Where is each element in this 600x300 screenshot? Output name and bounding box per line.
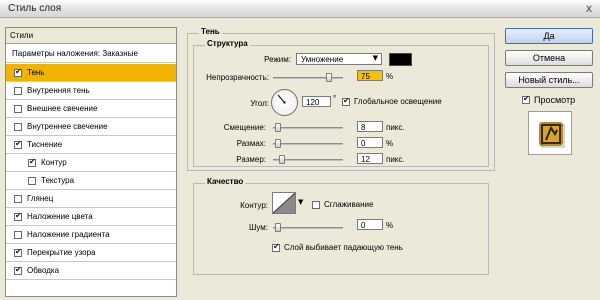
new-style-button[interactable]: Новый стиль...	[505, 72, 593, 88]
antialias-checkbox[interactable]	[312, 201, 320, 209]
shadow-color-swatch[interactable]	[389, 53, 412, 66]
blend-mode-label: Режим:	[264, 55, 291, 64]
angle-label: Угол:	[250, 99, 269, 108]
size-field[interactable]: 12	[357, 153, 383, 164]
spread-slider[interactable]	[273, 139, 343, 148]
chevron-down-icon[interactable]: ▼	[298, 198, 303, 206]
style-item-satin[interactable]: Глянец	[6, 190, 176, 208]
angle-unit: °	[333, 94, 337, 103]
size-slider[interactable]	[273, 155, 343, 164]
shadow-section-title: Тень	[199, 27, 222, 36]
opacity-unit: %	[386, 72, 394, 81]
size-unit: пикс.	[386, 155, 405, 164]
style-item-bevel-emboss[interactable]: Тиснение	[6, 136, 176, 154]
knockout-label: Слой выбивает падающую тень	[284, 243, 403, 252]
angle-needle-icon	[277, 94, 286, 104]
blend-mode-value: Умножение	[301, 55, 344, 64]
style-item-label: Тиснение	[27, 140, 63, 149]
distance-label: Смещение:	[223, 123, 266, 132]
style-item-label: Наложение градиента	[27, 230, 110, 239]
style-preview	[528, 111, 572, 155]
style-item-outer-glow[interactable]: Внешнее свечение	[6, 100, 176, 118]
style-item-pattern-overlay[interactable]: Перекрытие узора	[6, 244, 176, 262]
style-item-inner-glow[interactable]: Внутреннее свечение	[6, 118, 176, 136]
style-item-contour[interactable]: Контур	[6, 154, 176, 172]
blend-mode-select[interactable]: Умножение ▼	[296, 53, 382, 65]
angle-field[interactable]: 120	[302, 96, 331, 107]
style-item-label: Тень	[27, 68, 45, 77]
opacity-field[interactable]: 75	[357, 70, 383, 81]
style-item-label: Внешнее свечение	[27, 104, 98, 113]
angle-dial[interactable]	[271, 89, 298, 116]
contour-label: Контур:	[240, 201, 268, 210]
style-item-color-overlay[interactable]: Наложение цвета	[6, 208, 176, 226]
checkbox[interactable]	[14, 265, 22, 275]
checkbox[interactable]	[14, 194, 22, 203]
noise-field[interactable]: 0	[357, 219, 383, 230]
distance-field[interactable]: 8	[357, 121, 383, 132]
checkbox[interactable]	[14, 86, 22, 95]
distance-unit: пикс.	[386, 123, 405, 132]
style-item-stroke[interactable]: Обводка	[6, 262, 176, 280]
noise-unit: %	[386, 221, 394, 230]
checkbox[interactable]	[14, 67, 22, 77]
checkbox[interactable]	[14, 230, 22, 239]
spread-unit: %	[386, 139, 394, 148]
style-item-label: Внутреннее свечение	[27, 122, 108, 131]
title-bar: Стиль слоя x	[0, 0, 600, 18]
styles-header: Стили	[6, 28, 176, 44]
style-item-texture[interactable]: Текстура	[6, 172, 176, 190]
opacity-slider-thumb[interactable]	[326, 73, 332, 82]
style-item-label: Обводка	[27, 266, 60, 275]
contour-curve-icon	[272, 192, 296, 214]
style-item-label: Текстура	[41, 176, 75, 185]
checkbox[interactable]	[28, 176, 36, 185]
style-item-label: Глянец	[27, 194, 54, 203]
cancel-button[interactable]: Отмена	[505, 50, 593, 66]
style-item-inner-shadow[interactable]: Внутренняя тень	[6, 82, 176, 100]
opacity-slider[interactable]	[273, 73, 343, 82]
ok-button[interactable]: Да	[505, 28, 593, 44]
distance-slider-thumb[interactable]	[275, 123, 281, 132]
antialias-label: Сглаживание	[324, 200, 374, 209]
opacity-label: Непрозрачность:	[206, 73, 269, 82]
structure-title: Структура	[205, 39, 250, 48]
noise-slider[interactable]	[273, 223, 343, 232]
style-item-label: Внутренняя тень	[27, 86, 90, 95]
style-item-label: Контур	[41, 158, 67, 167]
chevron-down-icon: ▼	[372, 54, 378, 62]
style-item-drop-shadow[interactable]: Тень	[6, 64, 176, 82]
checkbox[interactable]	[14, 211, 22, 221]
global-light-label: Глобальное освещение	[354, 97, 442, 106]
spread-field[interactable]: 0	[357, 137, 383, 148]
style-item-label: Наложение цвета	[27, 212, 93, 221]
quality-title: Качество	[205, 177, 246, 186]
checkbox[interactable]	[14, 122, 22, 131]
checkbox[interactable]	[28, 157, 36, 167]
window-title: Стиль слоя	[8, 3, 62, 14]
distance-slider[interactable]	[273, 123, 343, 132]
style-item-gradient-overlay[interactable]: Наложение градиента	[6, 226, 176, 244]
size-slider-thumb[interactable]	[279, 155, 285, 164]
global-light-checkbox[interactable]	[342, 96, 350, 106]
spread-label: Размах:	[236, 139, 266, 148]
contour-preview[interactable]	[272, 192, 296, 214]
size-label: Размер:	[236, 155, 266, 164]
noise-label: Шум:	[249, 223, 268, 232]
checkbox[interactable]	[14, 104, 22, 113]
style-preview-swatch-icon	[539, 122, 565, 148]
preview-checkbox[interactable]	[522, 94, 530, 104]
style-item-label: Перекрытие узора	[27, 248, 96, 257]
spread-slider-thumb[interactable]	[275, 139, 281, 148]
knockout-checkbox[interactable]	[272, 242, 280, 252]
checkbox[interactable]	[14, 139, 22, 149]
styles-panel: Стили Параметры наложения: Заказные Тень…	[5, 27, 177, 297]
close-icon[interactable]: x	[586, 1, 592, 15]
checkbox[interactable]	[14, 247, 22, 257]
noise-slider-thumb[interactable]	[275, 223, 281, 232]
preview-label: Просмотр	[534, 95, 576, 105]
blending-options-item[interactable]: Параметры наложения: Заказные	[6, 45, 176, 63]
blending-options-label: Параметры наложения: Заказные	[12, 49, 138, 58]
